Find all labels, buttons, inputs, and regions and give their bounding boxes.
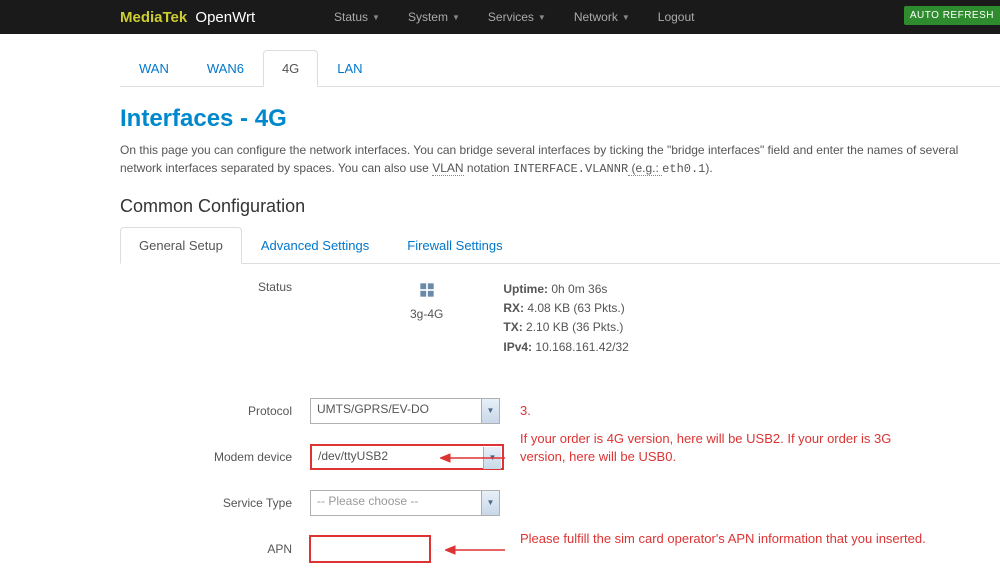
nav-status[interactable]: Status▼ [320,2,394,32]
chevron-down-icon: ▼ [538,13,546,22]
network-icon [417,280,437,300]
protocol-row: Protocol UMTS/GPRS/EV-DO 3. [120,397,1000,425]
apn-label: APN [120,542,310,556]
top-nav: Status▼ System▼ Services▼ Network▼ Logou… [320,2,708,32]
brand: MediaTek OpenWrt [120,9,255,26]
status-row: Status 3g-4G Uptime: 0h 0m 36s RX: 4.08 … [120,280,1000,357]
tab-wan[interactable]: WAN [120,50,188,87]
protocol-label: Protocol [120,404,310,418]
status-stats: Uptime: 0h 0m 36s RX: 4.08 KB (63 Pkts.)… [503,280,628,357]
section-title: Common Configuration [120,196,1000,217]
brand-highlight: MediaTek [120,9,187,26]
nav-services[interactable]: Services▼ [474,2,560,32]
annotation-3: 3. [520,402,550,420]
arrow-icon [445,545,505,555]
service-select[interactable]: -- Please choose -- [310,490,500,516]
service-row: Service Type -- Please choose -- [120,489,1000,517]
arrow-icon [440,453,505,463]
interface-icon-col: 3g-4G [410,280,443,357]
main-container: WAN WAN6 4G LAN Interfaces - 4G On this … [120,34,1000,563]
modem-row: Modem device /dev/ttyUSB2 If your order … [120,443,1000,471]
auto-refresh-badge[interactable]: AUTO REFRESH [904,6,1000,25]
chevron-down-icon: ▼ [622,13,630,22]
apn-input[interactable] [310,536,430,562]
apn-row: APN Please fulfill the sim card operator… [120,535,1000,563]
nav-system[interactable]: System▼ [394,2,474,32]
page-description: On this page you can configure the netwo… [120,141,1000,178]
annotation-apn: Please fulfill the sim card operator's A… [520,530,940,548]
service-label: Service Type [120,496,310,510]
interface-tabs: WAN WAN6 4G LAN [120,50,1000,87]
brand-text: OpenWrt [195,9,255,26]
nav-network[interactable]: Network▼ [560,2,644,32]
subtab-general[interactable]: General Setup [120,227,242,264]
nav-logout[interactable]: Logout [644,2,709,32]
tab-wan6[interactable]: WAN6 [188,50,263,87]
page-title: Interfaces - 4G [120,105,1000,133]
status-label: Status [120,280,310,294]
subtab-advanced[interactable]: Advanced Settings [242,227,388,264]
chevron-down-icon: ▼ [372,13,380,22]
protocol-select[interactable]: UMTS/GPRS/EV-DO [310,398,500,424]
vlan-abbr: VLAN [432,161,463,176]
config-subtabs: General Setup Advanced Settings Firewall… [120,227,1000,264]
tab-4g[interactable]: 4G [263,50,318,87]
tab-lan[interactable]: LAN [318,50,381,87]
chevron-down-icon: ▼ [452,13,460,22]
modem-label: Modem device [120,450,310,464]
interface-name: 3g-4G [410,307,443,321]
annotation-modem: If your order is 4G version, here will b… [520,430,940,466]
subtab-firewall[interactable]: Firewall Settings [388,227,521,264]
topbar: MediaTek OpenWrt Status▼ System▼ Service… [0,0,1000,34]
